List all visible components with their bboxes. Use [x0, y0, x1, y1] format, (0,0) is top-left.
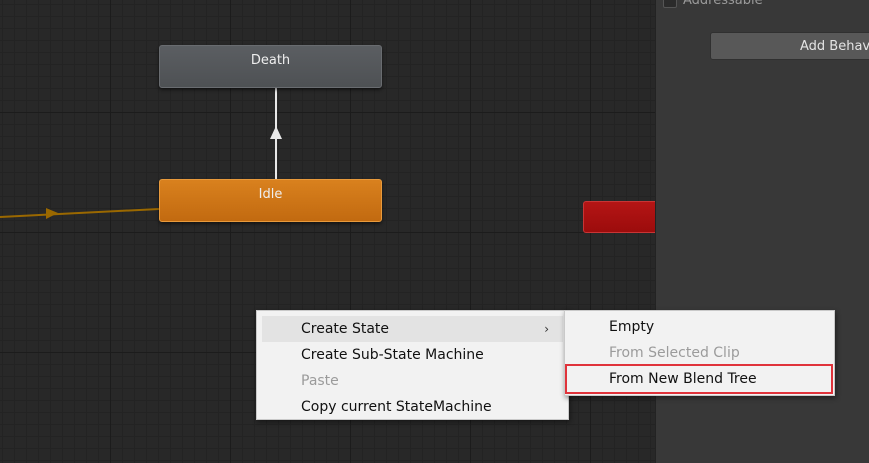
state-node-death[interactable]: Death	[159, 45, 382, 88]
idle-to-death-arrow-icon	[270, 126, 282, 139]
submenu-item-empty-label: Empty	[609, 319, 655, 335]
add-behaviour-button[interactable]: Add Behaviour	[710, 32, 869, 60]
menu-item-paste: Paste	[262, 368, 563, 394]
menu-item-create-state[interactable]: Create State ›	[262, 316, 563, 342]
submenu-item-from-selected-clip: From Selected Clip	[570, 340, 829, 366]
annotation-highlight-box	[565, 364, 833, 394]
menu-item-create-state-label: Create State	[301, 321, 390, 337]
chevron-right-icon: ›	[544, 322, 549, 336]
state-node-death-label: Death	[250, 53, 291, 68]
menu-item-create-sub-state-machine[interactable]: Create Sub-State Machine	[262, 342, 563, 368]
addressable-checkbox[interactable]	[663, 0, 677, 8]
context-menu: Create State › Create Sub-State Machine …	[256, 310, 569, 420]
state-node-idle-label: Idle	[258, 187, 283, 202]
menu-item-copy-current-statemachine-label: Copy current StateMachine	[301, 399, 492, 415]
menu-item-copy-current-statemachine[interactable]: Copy current StateMachine	[262, 394, 563, 420]
state-node-idle[interactable]: Idle	[159, 179, 382, 222]
entry-transition-line[interactable]	[0, 208, 160, 218]
addressable-label: Addressable	[683, 0, 763, 8]
menu-item-create-sub-state-machine-label: Create Sub-State Machine	[301, 347, 484, 363]
menu-item-paste-label: Paste	[301, 373, 339, 389]
submenu-item-from-selected-clip-label: From Selected Clip	[609, 345, 740, 361]
state-node-exit[interactable]	[583, 201, 655, 233]
submenu-item-empty[interactable]: Empty	[570, 314, 829, 340]
entry-transition-arrow-icon	[46, 208, 58, 219]
